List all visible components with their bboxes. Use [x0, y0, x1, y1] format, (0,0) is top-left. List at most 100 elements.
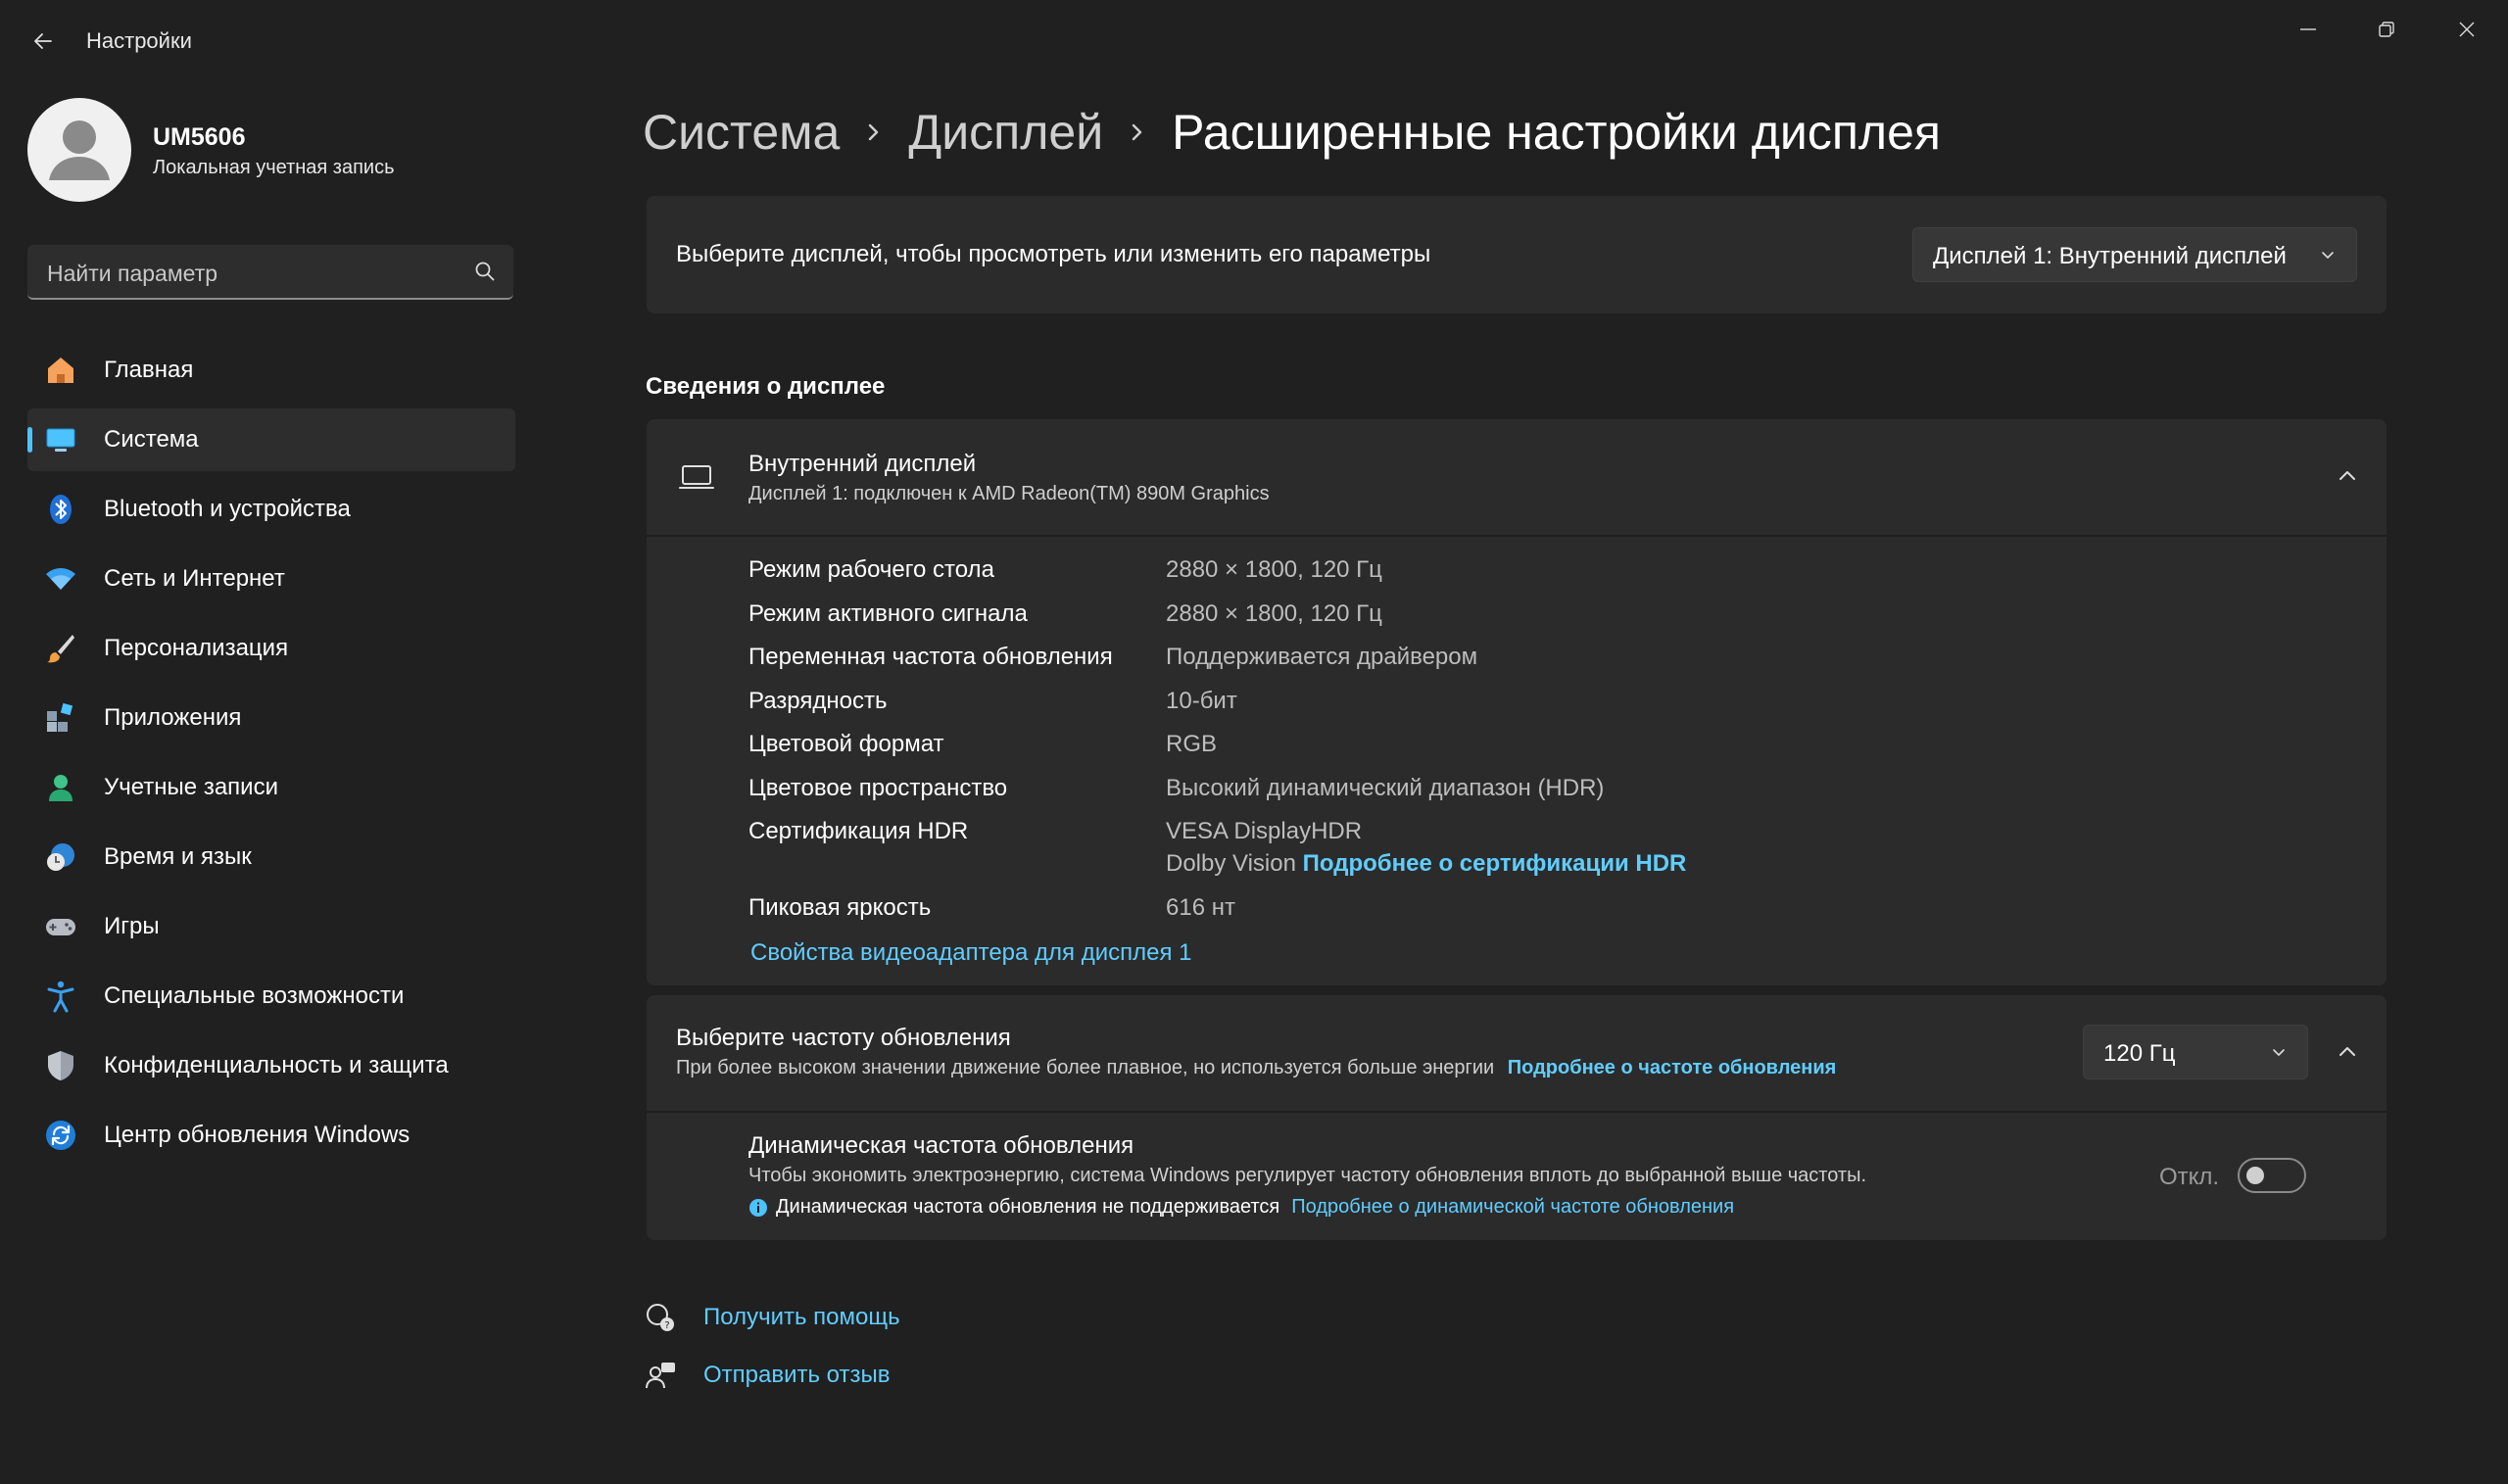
feedback-row[interactable]: Отправить отзыв: [643, 1356, 891, 1395]
update-icon: [43, 1118, 78, 1153]
bluetooth-icon: [43, 492, 78, 527]
refresh-rate-value: 120 Гц: [2103, 1040, 2176, 1067]
dynamic-refresh-title: Динамическая частота обновления: [748, 1132, 1134, 1159]
breadcrumb-system[interactable]: Система: [643, 104, 840, 161]
sidebar-item-label: Bluetooth и устройства: [104, 496, 351, 522]
dolby-vision-text: Dolby Vision: [1166, 850, 1296, 877]
sidebar-item-windows-update[interactable]: Центр обновления Windows: [27, 1104, 515, 1167]
chevron-right-icon: [865, 120, 883, 145]
sidebar-item-label: Персонализация: [104, 635, 289, 661]
dynamic-refresh-warning-text: Динамическая частота обновления не подде…: [776, 1196, 1280, 1218]
display-info-header[interactable]: Внутренний дисплей Дисплей 1: подключен …: [647, 419, 2387, 537]
refresh-rate-card: Выберите частоту обновления При более вы…: [647, 995, 2387, 1240]
refresh-rate-link[interactable]: Подробнее о частоте обновления: [1508, 1057, 1837, 1078]
sidebar-item-apps[interactable]: Приложения: [27, 687, 515, 749]
prop-label: Режим рабочего стола: [748, 556, 994, 583]
sidebar-item-label: Игры: [104, 913, 160, 939]
sidebar-nav: Главная Система Bluetooth и устройства С…: [27, 339, 515, 1173]
restore-icon: [2379, 22, 2394, 37]
info-icon: [748, 1198, 768, 1218]
display-select-label: Выберите дисплей, чтобы просмотреть или …: [676, 241, 1431, 267]
send-feedback-link[interactable]: Отправить отзыв: [703, 1362, 891, 1389]
system-icon: [43, 422, 78, 457]
avatar[interactable]: [27, 98, 131, 202]
get-help-link[interactable]: Получить помощь: [703, 1304, 900, 1331]
sidebar-item-system[interactable]: Система: [27, 408, 515, 471]
prop-value: 2880 × 1800, 120 Гц: [1166, 600, 1382, 627]
prop-label: Режим активного сигнала: [748, 600, 1028, 627]
arrow-left-icon: [34, 33, 52, 49]
toggle-knob: [2246, 1167, 2264, 1184]
home-icon: [43, 353, 78, 388]
display-info-subtitle: Дисплей 1: подключен к AMD Radeon(TM) 89…: [748, 483, 1270, 504]
sidebar-item-label: Специальные возможности: [104, 982, 405, 1009]
chevron-down-icon: [2270, 1043, 2288, 1066]
sidebar-item-gaming[interactable]: Игры: [27, 895, 515, 958]
sidebar-item-home[interactable]: Главная: [27, 339, 515, 402]
maximize-button[interactable]: [2347, 0, 2426, 59]
search-input[interactable]: Найти параметр: [47, 261, 217, 287]
prop-value: 616 нт: [1166, 894, 1235, 921]
refresh-rate-title: Выберите частоту обновления: [676, 1025, 1011, 1051]
hdr-certification-link[interactable]: Подробнее о сертификации HDR: [1303, 850, 1687, 877]
page-title: Расширенные настройки дисплея: [1172, 105, 1941, 160]
dynamic-refresh-link[interactable]: Подробнее о динамической частоте обновле…: [1291, 1196, 1734, 1219]
chevron-up-icon[interactable]: [2336, 1040, 2359, 1069]
brush-icon: [43, 631, 78, 666]
sidebar-item-label: Конфиденциальность и защита: [104, 1052, 449, 1078]
sidebar-item-label: Главная: [104, 357, 194, 383]
dynamic-refresh-toggle[interactable]: [2238, 1158, 2306, 1193]
prop-value: VESA DisplayHDR: [1166, 818, 1363, 844]
user-icon: [49, 120, 110, 180]
prop-value-secondary: Dolby Vision Подробнее о сертификации HD…: [1166, 850, 1686, 878]
sidebar-item-label: Учетные записи: [104, 774, 278, 800]
sidebar-item-bluetooth[interactable]: Bluetooth и устройства: [27, 478, 515, 541]
minimize-button[interactable]: [2269, 0, 2347, 59]
close-icon: [2459, 22, 2475, 37]
title-bar: Настройки: [0, 0, 2508, 78]
display-info-card: Внутренний дисплей Дисплей 1: подключен …: [647, 419, 2387, 985]
sidebar-item-label: Время и язык: [104, 843, 252, 870]
prop-value: 10-бит: [1166, 688, 1237, 714]
prop-label: Сертификация HDR: [748, 818, 969, 844]
apps-icon: [43, 700, 78, 736]
display-dropdown[interactable]: Дисплей 1: Внутренний дисплей: [1912, 227, 2357, 282]
refresh-rate-dropdown[interactable]: 120 Гц: [2083, 1025, 2308, 1079]
prop-label: Цветовое пространство: [748, 775, 1008, 801]
sidebar-item-label: Сеть и Интернет: [104, 565, 285, 592]
adapter-properties-link[interactable]: Свойства видеоадаптера для дисплея 1: [750, 939, 1191, 967]
minimize-icon: [2300, 28, 2316, 30]
sidebar-item-label: Центр обновления Windows: [104, 1122, 410, 1148]
sidebar-item-accessibility[interactable]: Специальные возможности: [27, 965, 515, 1028]
sidebar-item-personalization[interactable]: Персонализация: [27, 617, 515, 680]
account-icon: [43, 770, 78, 805]
dynamic-refresh-subtitle: Чтобы экономить электроэнергию, система …: [748, 1165, 1867, 1186]
sidebar-item-time-language[interactable]: Время и язык: [27, 826, 515, 888]
sidebar-item-accounts[interactable]: Учетные записи: [27, 756, 515, 819]
close-button[interactable]: [2428, 0, 2506, 59]
gamepad-icon: [43, 909, 78, 944]
sidebar-item-network[interactable]: Сеть и Интернет: [27, 548, 515, 610]
chevron-down-icon: [2319, 246, 2337, 268]
shield-icon: [43, 1048, 78, 1083]
display-info-title: Внутренний дисплей: [748, 451, 977, 477]
prop-label: Цветовой формат: [748, 731, 944, 757]
wifi-icon: [43, 561, 78, 597]
chevron-right-icon: [1129, 120, 1146, 145]
display-select-card: Выберите дисплей, чтобы просмотреть или …: [647, 196, 2387, 313]
prop-value: 2880 × 1800, 120 Гц: [1166, 556, 1382, 583]
breadcrumb-display[interactable]: Дисплей: [908, 104, 1103, 161]
get-help-row[interactable]: ? Получить помощь: [643, 1298, 900, 1337]
refresh-rate-description: При более высоком значении движение боле…: [676, 1057, 1495, 1078]
sidebar-item-label: Система: [104, 426, 199, 453]
breadcrumb: Система Дисплей Расширенные настройки ди…: [643, 98, 1941, 167]
back-button[interactable]: [24, 22, 63, 61]
feedback-icon: [643, 1358, 678, 1393]
user-name: UM5606: [153, 123, 246, 151]
chevron-up-icon[interactable]: [2336, 464, 2359, 493]
search-icon[interactable]: [474, 261, 496, 287]
search-box[interactable]: Найти параметр: [27, 245, 513, 300]
prop-label: Пиковая яркость: [748, 894, 932, 921]
time-language-icon: [43, 839, 78, 875]
sidebar-item-privacy[interactable]: Конфиденциальность и защита: [27, 1034, 515, 1097]
